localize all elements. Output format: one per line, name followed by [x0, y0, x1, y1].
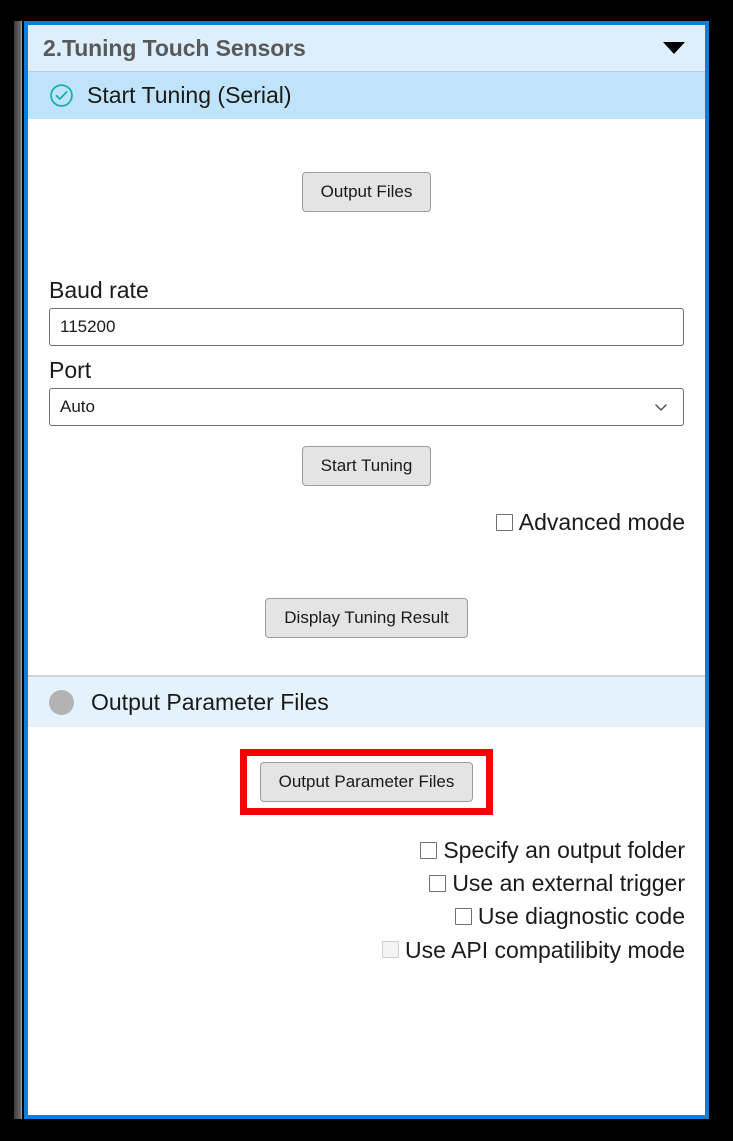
- step-label-output-parameter-files: Output Parameter Files: [91, 688, 329, 715]
- use-api-compatibility-mode-checkbox: [382, 941, 400, 959]
- display-tuning-result-button[interactable]: Display Tuning Result: [265, 598, 468, 639]
- start-tuning-row: Start Tuning: [28, 446, 705, 486]
- port-label: Port: [49, 357, 92, 383]
- output-files-button[interactable]: Output Files: [301, 172, 432, 212]
- advanced-mode-row[interactable]: Advanced mode: [28, 510, 705, 534]
- chevron-down-icon[interactable]: [653, 399, 669, 415]
- step-header-start-tuning[interactable]: Start Tuning (Serial): [28, 72, 705, 119]
- option-row-diagnostic-code[interactable]: Use diagnostic code: [28, 903, 705, 930]
- use-diagnostic-code-checkbox[interactable]: [454, 907, 472, 925]
- baud-rate-value: 115200: [60, 317, 116, 336]
- advanced-mode-checkbox[interactable]: [495, 513, 513, 531]
- option-row-api-compatibility-mode: Use API compatilibity mode: [28, 936, 705, 963]
- start-tuning-button[interactable]: Start Tuning: [301, 446, 432, 486]
- vertical-scrollbar[interactable]: [14, 21, 22, 1119]
- specify-output-folder-checkbox[interactable]: [420, 841, 438, 859]
- option-row-specify-output-folder[interactable]: Specify an output folder: [28, 838, 705, 862]
- display-result-row: Display Tuning Result: [28, 598, 705, 639]
- use-external-trigger-label: Use an external trigger: [452, 870, 685, 897]
- option-row-external-trigger[interactable]: Use an external trigger: [28, 871, 705, 895]
- output-parameter-files-body: Output Parameter Files Specify an output…: [28, 727, 705, 962]
- use-external-trigger-checkbox[interactable]: [429, 874, 447, 892]
- tuning-panel: 2.Tuning Touch Sensors Start Tuning (Ser…: [24, 21, 709, 1119]
- check-circle-icon: [50, 84, 73, 107]
- use-api-compatibility-mode-label: Use API compatilibity mode: [405, 936, 685, 963]
- baud-rate-label: Baud rate: [49, 277, 149, 303]
- port-value: Auto: [60, 397, 95, 416]
- start-tuning-body: Output Files Baud rate 115200 Port Auto …: [28, 119, 705, 676]
- screenshot-root: 2.Tuning Touch Sensors Start Tuning (Ser…: [0, 0, 733, 1141]
- annotation-highlight-box: Output Parameter Files: [239, 749, 494, 816]
- step-header-output-parameter-files[interactable]: Output Parameter Files: [28, 675, 705, 728]
- baud-rate-input[interactable]: 115200: [49, 308, 684, 346]
- advanced-mode-label: Advanced mode: [518, 509, 685, 535]
- group-header[interactable]: 2.Tuning Touch Sensors: [28, 25, 705, 72]
- use-diagnostic-code-label: Use diagnostic code: [477, 903, 685, 930]
- port-select[interactable]: Auto: [49, 388, 684, 426]
- output-parameter-files-row: Output Parameter Files: [28, 749, 705, 816]
- step-label-start-tuning: Start Tuning (Serial): [87, 82, 292, 108]
- specify-output-folder-label: Specify an output folder: [443, 837, 685, 864]
- output-parameter-files-button[interactable]: Output Parameter Files: [259, 762, 474, 803]
- circle-icon: [49, 689, 74, 715]
- page-title: 2.Tuning Touch Sensors: [43, 34, 306, 61]
- scrollbar-thumb[interactable]: [14, 21, 21, 1119]
- chevron-down-icon[interactable]: [663, 42, 685, 54]
- output-files-row: Output Files: [28, 172, 705, 212]
